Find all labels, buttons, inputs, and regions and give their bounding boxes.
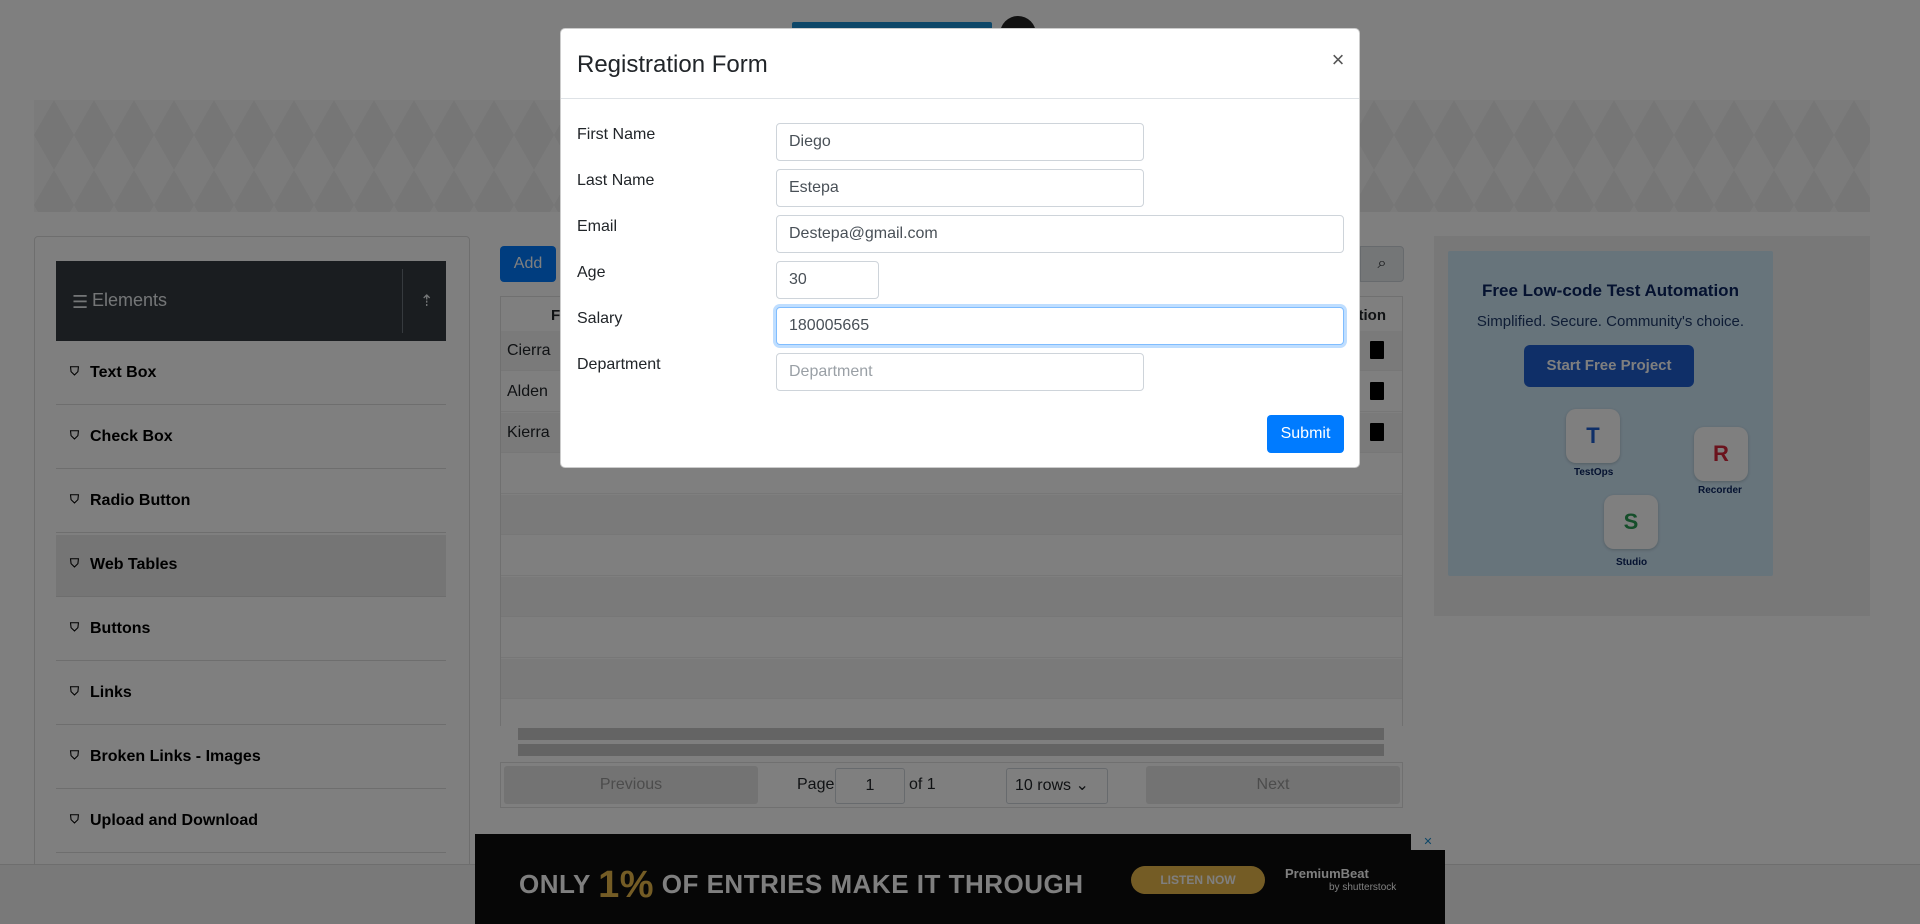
department-label: Department (577, 356, 661, 373)
submit-button[interactable]: Submit (1267, 415, 1344, 453)
email-input[interactable] (776, 215, 1344, 253)
modal-header: Registration Form × (561, 29, 1359, 99)
modal-title: Registration Form (577, 51, 768, 78)
first-name-label: First Name (577, 126, 656, 143)
close-icon[interactable]: × (1327, 47, 1349, 73)
first-name-input[interactable] (776, 123, 1144, 161)
salary-input[interactable] (776, 307, 1344, 345)
last-name-input[interactable] (776, 169, 1144, 207)
registration-modal: Registration Form × First Name Last Name… (560, 28, 1360, 468)
age-label: Age (577, 264, 606, 281)
last-name-label: Last Name (577, 172, 655, 189)
salary-label: Salary (577, 310, 623, 327)
email-label: Email (577, 218, 618, 235)
department-input[interactable] (776, 353, 1144, 391)
age-input[interactable] (776, 261, 879, 299)
